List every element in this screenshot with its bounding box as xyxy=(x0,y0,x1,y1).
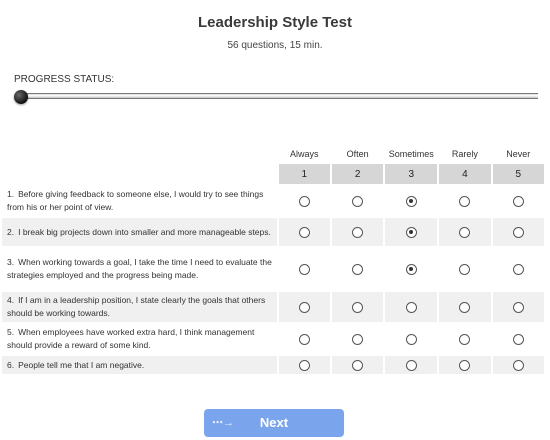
answer-radio-3[interactable] xyxy=(405,195,417,207)
answer-radio-4[interactable] xyxy=(459,333,471,345)
scale-number: 1 xyxy=(278,164,331,184)
page-title: Leadership Style Test xyxy=(198,14,352,31)
question-label: When working towards a goal, I take the … xyxy=(7,257,272,280)
questions-table: Always Often Sometimes Rarely Never 1 2 … xyxy=(0,144,546,376)
question-index: 1. xyxy=(7,189,15,199)
scale-number: 2 xyxy=(332,164,384,184)
answer-radio-2[interactable] xyxy=(352,195,364,207)
answer-radio-4[interactable] xyxy=(459,301,471,313)
question-index: 6. xyxy=(7,359,15,370)
dotted-arrow-icon: ⋯→ xyxy=(212,417,234,429)
answer-radio-4[interactable] xyxy=(459,359,471,371)
question-index: 3. xyxy=(7,257,15,267)
answer-radio-2[interactable] xyxy=(352,301,364,313)
question-label: Before giving feedback to someone else, … xyxy=(7,189,264,212)
question-label: I break big projects down into smaller a… xyxy=(18,226,271,237)
question-index: 5. xyxy=(7,327,15,337)
next-button-label: Next xyxy=(259,415,289,430)
question-row: 6. People tell me that I am negative. xyxy=(2,356,544,374)
question-index: 2. xyxy=(7,226,15,237)
page-subtitle: 56 questions, 15 min. xyxy=(227,40,323,51)
question-row: 1. Before giving feedback to someone else… xyxy=(2,186,544,216)
question-text: 3. When working towards a goal, I take th… xyxy=(2,248,277,290)
answer-radio-2[interactable] xyxy=(352,333,364,345)
scale-number: 4 xyxy=(439,164,491,184)
progress-label: PROGRESS STATUS: xyxy=(14,74,115,85)
answer-radio-4[interactable] xyxy=(459,226,471,238)
scale-number: 3 xyxy=(385,164,438,184)
answer-radio-1[interactable] xyxy=(298,226,310,238)
scale-label-sometimes: Sometimes xyxy=(388,149,434,159)
answer-radio-2[interactable] xyxy=(352,263,364,275)
question-row: 3. When working towards a goal, I take th… xyxy=(2,248,544,290)
answer-radio-1[interactable] xyxy=(298,195,310,207)
scale-number: 5 xyxy=(492,164,544,184)
scale-number-row: 1 2 3 4 5 xyxy=(2,164,544,184)
answer-radio-3[interactable] xyxy=(405,226,417,238)
answer-radio-1[interactable] xyxy=(298,263,310,275)
scale-label-often: Often xyxy=(346,149,369,159)
answer-radio-5[interactable] xyxy=(512,359,524,371)
question-text: 4. If I am in a leadership position, I st… xyxy=(2,292,277,322)
answer-radio-1[interactable] xyxy=(298,359,310,371)
question-text: 1. Before giving feedback to someone else… xyxy=(2,186,277,216)
answer-radio-4[interactable] xyxy=(459,195,471,207)
answer-radio-5[interactable] xyxy=(512,263,524,275)
scale-label-row: Always Often Sometimes Rarely Never xyxy=(2,146,544,162)
scale-label-rarely: Rarely xyxy=(451,149,478,159)
question-row: 4. If I am in a leadership position, I st… xyxy=(2,292,544,322)
question-text: 5. When employees have worked extra hard,… xyxy=(2,324,277,354)
answer-radio-5[interactable] xyxy=(512,301,524,313)
answer-radio-4[interactable] xyxy=(459,263,471,275)
answer-radio-3[interactable] xyxy=(405,333,417,345)
question-index: 4. xyxy=(7,295,15,305)
question-text: 2. I break big projects down into smaller… xyxy=(2,218,277,246)
answer-radio-2[interactable] xyxy=(352,359,364,371)
question-label: When employees have worked extra hard, I… xyxy=(7,327,255,350)
question-row: 2. I break big projects down into smaller… xyxy=(2,218,544,246)
answer-radio-3[interactable] xyxy=(405,359,417,371)
question-text: 6. People tell me that I am negative. xyxy=(2,356,277,374)
scale-label-always: Always xyxy=(290,149,319,159)
answer-radio-2[interactable] xyxy=(352,226,364,238)
answer-radio-5[interactable] xyxy=(512,226,524,238)
answer-radio-1[interactable] xyxy=(298,301,310,313)
question-label: If I am in a leadership position, I stat… xyxy=(7,295,266,318)
question-label: People tell me that I am negative. xyxy=(18,359,145,370)
answer-radio-1[interactable] xyxy=(298,333,310,345)
answer-radio-3[interactable] xyxy=(405,263,417,275)
progress-knob[interactable] xyxy=(14,90,28,104)
answer-radio-5[interactable] xyxy=(512,195,524,207)
question-row: 5. When employees have worked extra hard,… xyxy=(2,324,544,354)
answer-radio-5[interactable] xyxy=(512,333,524,345)
scale-label-never: Never xyxy=(506,149,531,159)
progress-track xyxy=(18,93,538,99)
next-button[interactable]: ⋯→ Next xyxy=(204,409,344,437)
answer-radio-3[interactable] xyxy=(405,301,417,313)
